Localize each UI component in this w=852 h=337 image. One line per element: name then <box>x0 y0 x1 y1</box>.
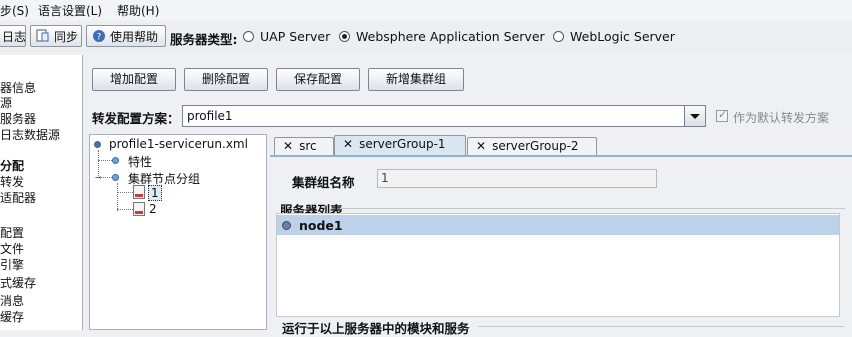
sidebar-item-source[interactable]: 源 <box>0 94 12 111</box>
config-tree: profile1-servicerun.xml 特性 ⊸ 集群节点分组 1 2 <box>89 134 267 330</box>
tab-server-group-2-label: serverGroup-2 <box>492 139 579 153</box>
svg-text:?: ? <box>97 33 102 43</box>
tree-line <box>117 183 118 211</box>
help-icon: ? <box>92 29 106 43</box>
chevron-down-icon[interactable] <box>684 106 705 126</box>
divider <box>478 326 844 327</box>
server-icon <box>133 185 145 199</box>
sidebar-item-adapter[interactable]: 适配器 <box>0 189 36 206</box>
tree-line <box>117 192 133 193</box>
scheme-select[interactable]: profile1 <box>182 105 706 127</box>
modules-legend: 运行于以上服务器中的模块和服务 <box>282 321 470 336</box>
default-scheme-label: 作为默认转发方案 <box>733 111 830 125</box>
group-name-field[interactable]: 1 <box>377 169 657 188</box>
group-name-label: 集群组名称 <box>292 175 355 190</box>
sidebar-item-file[interactable]: 文件 <box>0 240 24 257</box>
scheme-label: 转发配置方案： <box>92 111 180 126</box>
sync-button[interactable]: 同步 <box>30 25 82 47</box>
help-button-label: 使用帮助 <box>110 29 159 44</box>
help-button[interactable]: ? 使用帮助 <box>86 25 166 47</box>
radio-uap-server[interactable] <box>243 31 254 42</box>
server-type-label: 服务器类型: <box>170 32 238 47</box>
server-list: node1 <box>276 213 840 317</box>
menu-sync[interactable]: 步(S) <box>0 2 29 19</box>
sidebar-item-server[interactable]: 服务器 <box>0 110 36 127</box>
sidebar-item-cache-mode[interactable]: 式缓存 <box>0 274 36 291</box>
tree-line <box>98 160 112 161</box>
sidebar-item-allocation[interactable]: 分配 <box>0 157 24 174</box>
tree-cluster-group-icon <box>112 174 119 181</box>
tree-properties[interactable]: 特性 <box>128 153 152 170</box>
toolbar: 日志 同步 ? 使用帮助 服务器类型: UAP Server Websphere… <box>0 22 852 52</box>
tree-node-2[interactable]: 2 <box>149 202 157 216</box>
menu-help[interactable]: 帮助(H) <box>117 2 159 19</box>
menu-bar: 步(S) 语言设置(L) 帮助(H) <box>0 0 852 20</box>
tab-server-group-2[interactable]: ✕ serverGroup-2 <box>467 137 597 156</box>
tab-bar: ✕ src ✕ serverGroup-1 ✕ serverGroup-2 <box>270 134 852 156</box>
close-icon[interactable]: ✕ <box>343 137 353 151</box>
radio-websphere-server-label: Websphere Application Server <box>356 29 545 44</box>
menu-language[interactable]: 语言设置(L) <box>38 2 102 19</box>
sidebar-item-engine[interactable]: 引擎 <box>0 256 24 273</box>
sidebar-item-log-datasource[interactable]: 日志数据源 <box>0 126 60 143</box>
tree-properties-icon <box>112 157 119 164</box>
sidebar-item-forward[interactable]: 转发 <box>0 173 24 190</box>
tree-node-1[interactable]: 1 <box>148 185 162 201</box>
sync-icon <box>36 29 50 43</box>
radio-weblogic-server[interactable] <box>553 31 564 42</box>
server-row-label: node1 <box>299 218 343 233</box>
radio-websphere-server[interactable] <box>339 31 350 42</box>
add-config-button[interactable]: 增加配置 <box>92 68 176 91</box>
sidebar-item-cache[interactable]: 缓存 <box>0 308 24 325</box>
delete-config-button[interactable]: 删除配置 <box>184 68 268 91</box>
log-button-label: 日志 <box>2 29 27 44</box>
node-icon <box>282 221 291 230</box>
add-cluster-button[interactable]: 新增集群组 <box>368 68 464 91</box>
sidebar-item-config[interactable]: 配置 <box>0 224 24 241</box>
radio-weblogic-server-label: WebLogic Server <box>570 29 675 44</box>
default-scheme-checkbox[interactable] <box>716 108 728 122</box>
sync-button-label: 同步 <box>54 29 79 44</box>
tab-src[interactable]: ✕ src <box>274 137 334 156</box>
divider <box>340 208 845 209</box>
sidebar-item-message[interactable]: 消息 <box>0 292 24 309</box>
log-button[interactable]: 日志 <box>0 25 26 47</box>
server-icon <box>133 202 145 216</box>
scheme-value: profile1 <box>187 109 233 123</box>
tab-server-group-1[interactable]: ✕ serverGroup-1 <box>334 135 466 156</box>
tree-root-icon <box>94 141 101 148</box>
tab-server-group-1-label: serverGroup-1 <box>359 137 446 151</box>
close-icon[interactable]: ✕ <box>283 139 293 153</box>
tree-line <box>117 209 133 210</box>
tree-root[interactable]: profile1-servicerun.xml <box>109 137 248 151</box>
list-item[interactable]: node1 <box>277 215 839 235</box>
close-icon[interactable]: ✕ <box>476 139 486 153</box>
save-config-button[interactable]: 保存配置 <box>276 68 360 91</box>
radio-uap-server-label: UAP Server <box>260 29 331 44</box>
tree-expand-icon[interactable]: ⊸ <box>95 173 102 182</box>
left-nav: 器信息 源 服务器 日志数据源 分配 转发 适配器 配置 文件 引擎 式缓存 消… <box>0 55 83 330</box>
tab-src-label: src <box>299 139 317 153</box>
